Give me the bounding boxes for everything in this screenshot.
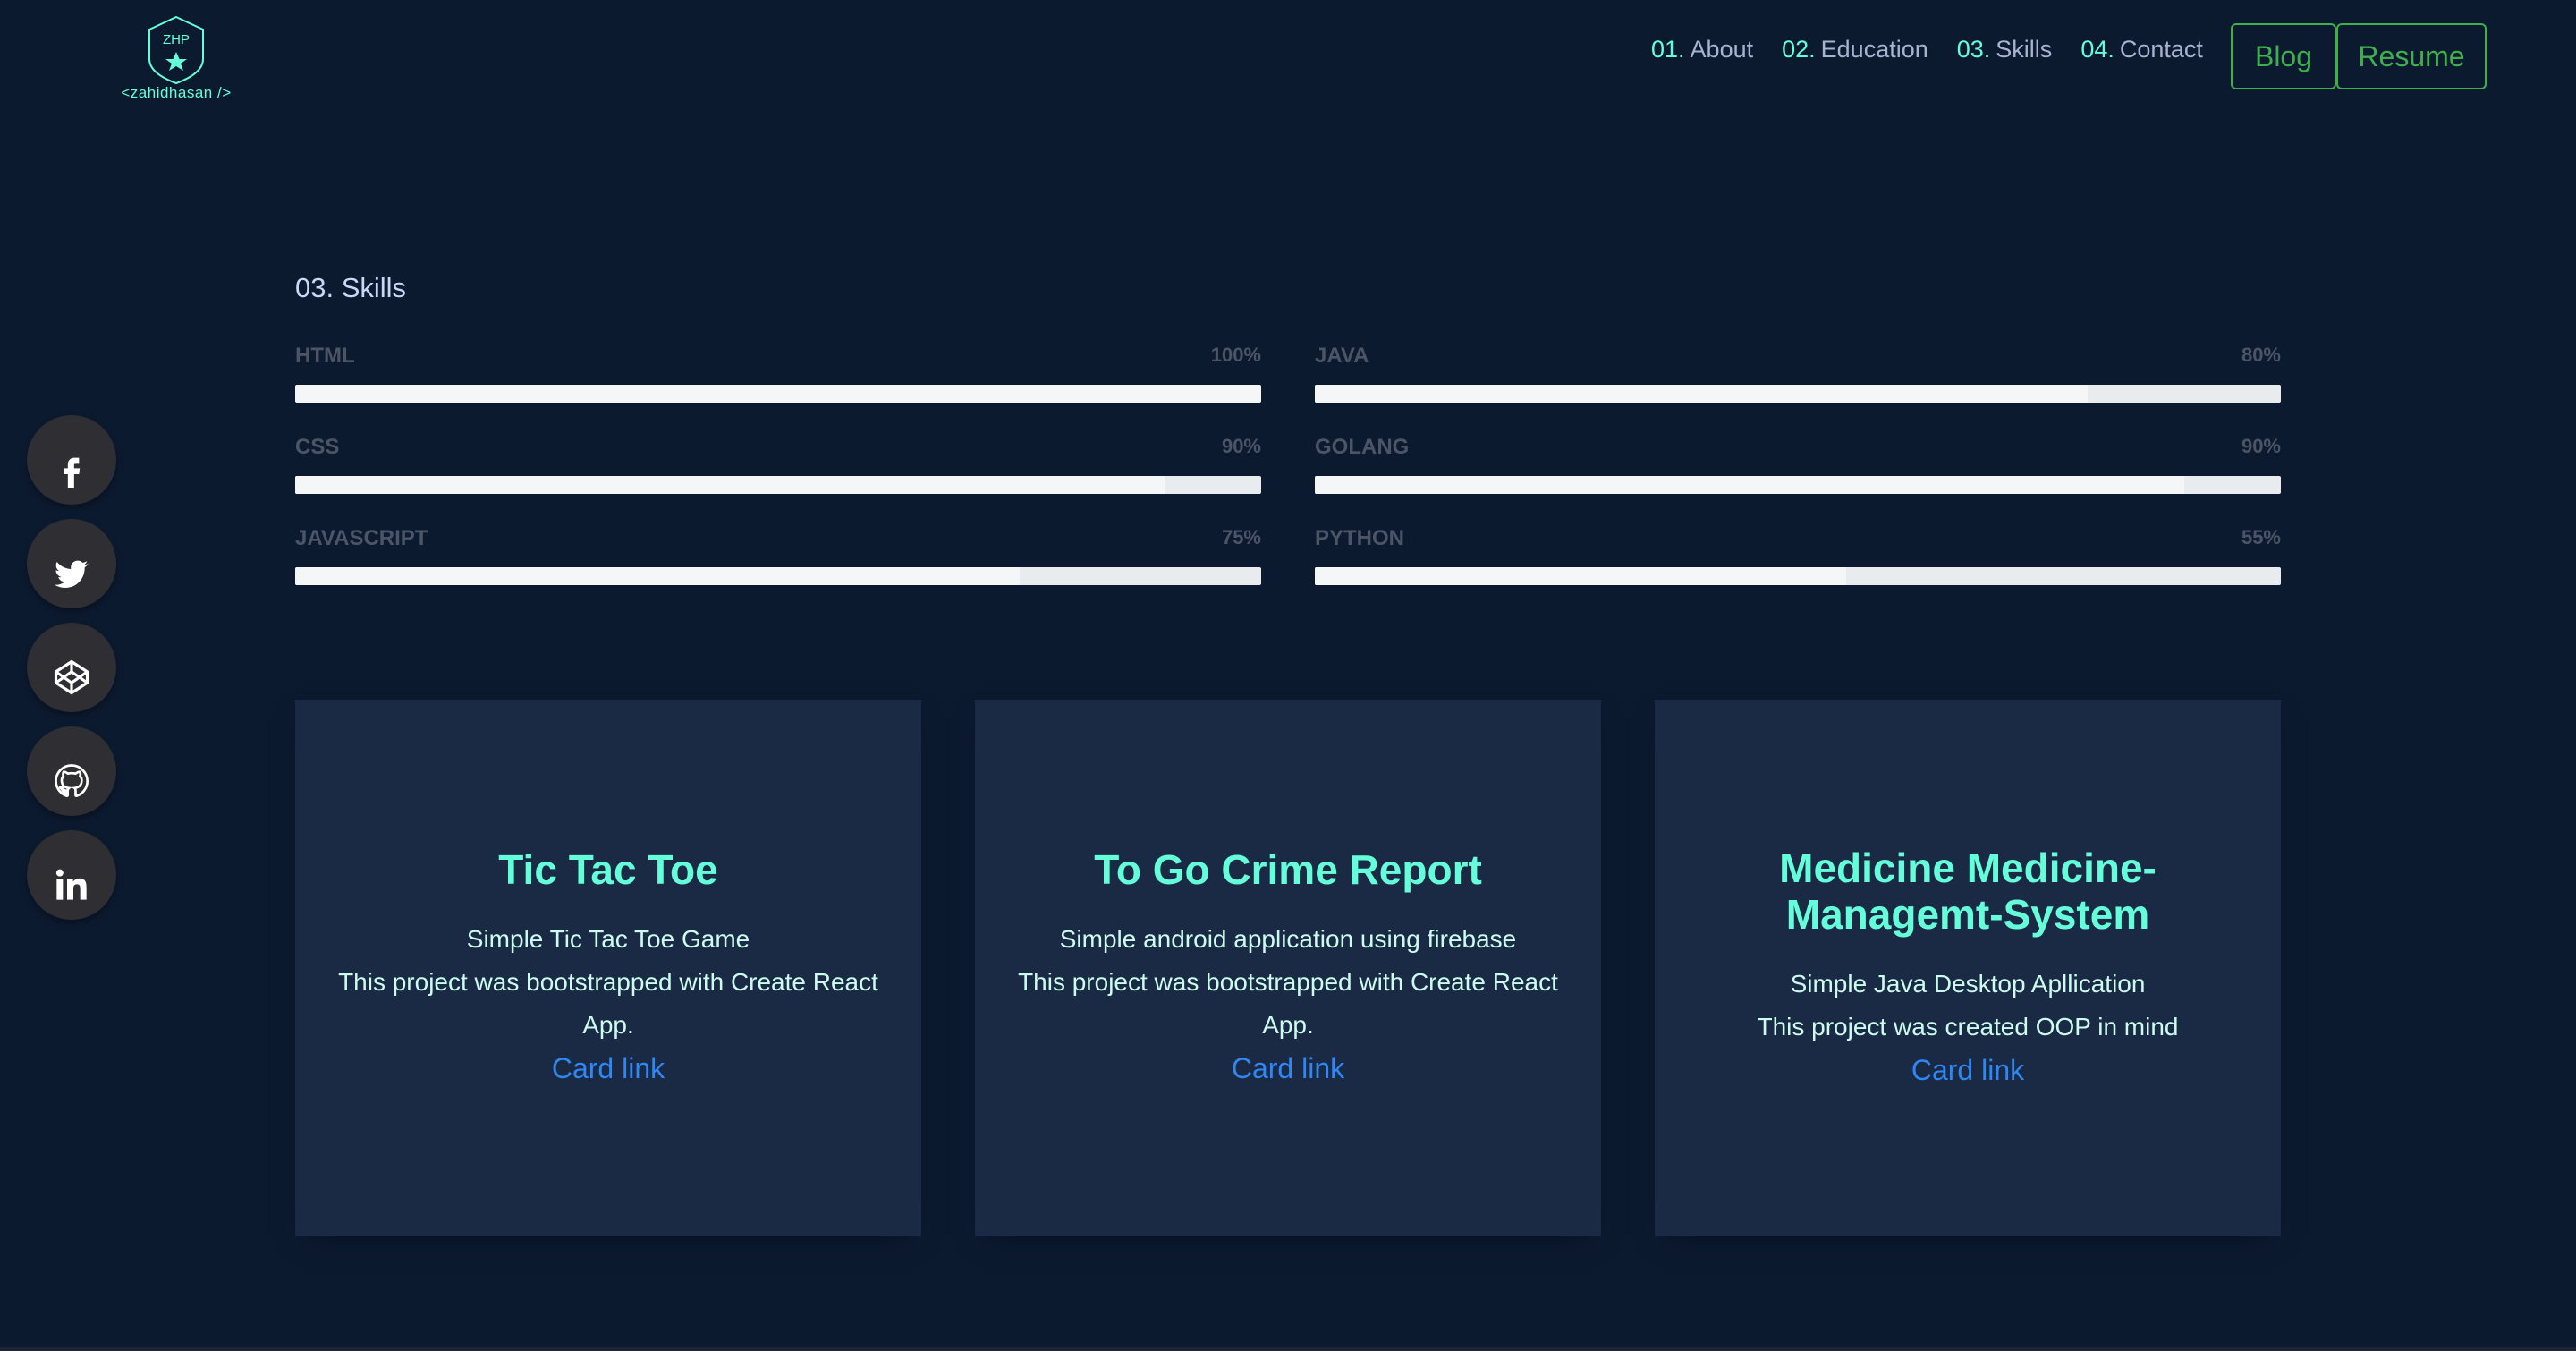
skill-progress-bar — [1315, 385, 2281, 403]
skill-name: JAVASCRIPT — [295, 526, 428, 550]
card-note: This project was created OOP in mind — [1757, 1013, 2179, 1041]
logo[interactable]: ZHP <zahidhasan /> — [118, 14, 234, 107]
logo-caption: <zahidhasan /> — [121, 84, 232, 101]
skill-progress-fill — [295, 476, 1165, 494]
github-icon — [55, 764, 89, 798]
card-title: To Go Crime Report — [1094, 846, 1482, 893]
skill-name: HTML — [295, 344, 355, 368]
skill-python: PYTHON 55% — [1315, 526, 2281, 585]
github-link[interactable] — [27, 726, 116, 816]
skill-percent: 90% — [2241, 435, 2281, 457]
skill-name: CSS — [295, 435, 340, 459]
skill-progress-fill — [1315, 385, 2088, 403]
skill-progress-bar — [295, 385, 1261, 403]
skill-percent: 90% — [1221, 435, 1261, 457]
skill-javascript: JAVASCRIPT 75% — [295, 526, 1261, 585]
facebook-link[interactable] — [27, 415, 116, 505]
card-title: Tic Tac Toe — [498, 846, 718, 893]
linkedin-icon — [55, 869, 87, 900]
blog-button[interactable]: Blog — [2231, 23, 2336, 89]
skill-name: GOLANG — [1315, 435, 1410, 459]
project-cards: Tic Tac Toe Simple Tic Tac Toe Game This… — [295, 700, 2281, 1236]
skills-grid: HTML 100% JAVA 80% CSS 90% GOLANG 90% JAVASC… — [295, 344, 2281, 585]
skill-java: JAVA 80% — [1315, 344, 2281, 403]
codepen-icon — [54, 659, 89, 695]
nav-contact[interactable]: 04. Contact — [2080, 36, 2203, 64]
nav-education[interactable]: 02. Education — [1782, 36, 1928, 64]
skill-css: CSS 90% — [295, 435, 1261, 494]
skill-name: PYTHON — [1315, 526, 1405, 550]
skill-progress-bar — [295, 567, 1261, 585]
twitter-link[interactable] — [27, 519, 116, 608]
skill-progress-fill — [295, 385, 1261, 403]
skill-golang: GOLANG 90% — [1315, 435, 2281, 494]
twitter-icon — [55, 560, 89, 588]
skill-html: HTML 100% — [295, 344, 1261, 403]
skill-progress-fill — [295, 567, 1020, 585]
skill-progress-bar — [1315, 567, 2281, 585]
facebook-icon — [64, 457, 80, 488]
skill-progress-bar — [1315, 476, 2281, 494]
skill-percent: 75% — [1221, 526, 1261, 548]
project-card-medicine-system: Medicine Medicine-Managemt-System Simple… — [1655, 700, 2281, 1236]
card-link[interactable]: Card link — [1911, 1049, 2024, 1092]
codepen-link[interactable] — [27, 623, 116, 712]
skill-progress-fill — [1315, 567, 1846, 585]
main-nav: 01. About 02. Education 03. Skills 04. Conta… — [1651, 36, 2203, 64]
portfolio-page: ZHP <zahidhasan /> 01. About 02. Education… — [0, 0, 2576, 1351]
project-card-crime-report: To Go Crime Report Simple android applic… — [975, 700, 1601, 1236]
svg-text:ZHP: ZHP — [163, 32, 190, 47]
card-title: Medicine Medicine-Managemt-System — [1779, 845, 2157, 938]
skill-percent: 55% — [2241, 526, 2281, 548]
skill-progress-fill — [1315, 476, 2184, 494]
logo-shield-icon: ZHP — [148, 15, 204, 85]
card-link[interactable]: Card link — [552, 1047, 665, 1090]
skill-name: JAVA — [1315, 344, 1369, 368]
skill-percent: 100% — [1210, 344, 1261, 366]
project-card-tic-tac-toe: Tic Tac Toe Simple Tic Tac Toe Game This… — [295, 700, 921, 1236]
card-note: This project was bootstrapped with Creat… — [1018, 968, 1558, 1039]
skill-progress-bar — [295, 476, 1261, 494]
card-description: Simple Java Desktop Apllication — [1790, 970, 2146, 998]
section-title-skills: 03. Skills — [295, 272, 407, 303]
social-sidebar — [27, 415, 116, 920]
bottom-divider — [0, 1347, 2576, 1351]
nav-skills[interactable]: 03. Skills — [1957, 36, 2053, 64]
nav-about[interactable]: 01. About — [1651, 36, 1753, 64]
skill-percent: 80% — [2241, 344, 2281, 366]
card-link[interactable]: Card link — [1232, 1047, 1344, 1090]
card-description: Simple android application using firebas… — [1059, 925, 1517, 953]
card-note: This project was bootstrapped with Creat… — [338, 968, 878, 1039]
resume-button[interactable]: Resume — [2336, 23, 2487, 89]
linkedin-link[interactable] — [27, 830, 116, 920]
card-description: Simple Tic Tac Toe Game — [466, 925, 750, 953]
